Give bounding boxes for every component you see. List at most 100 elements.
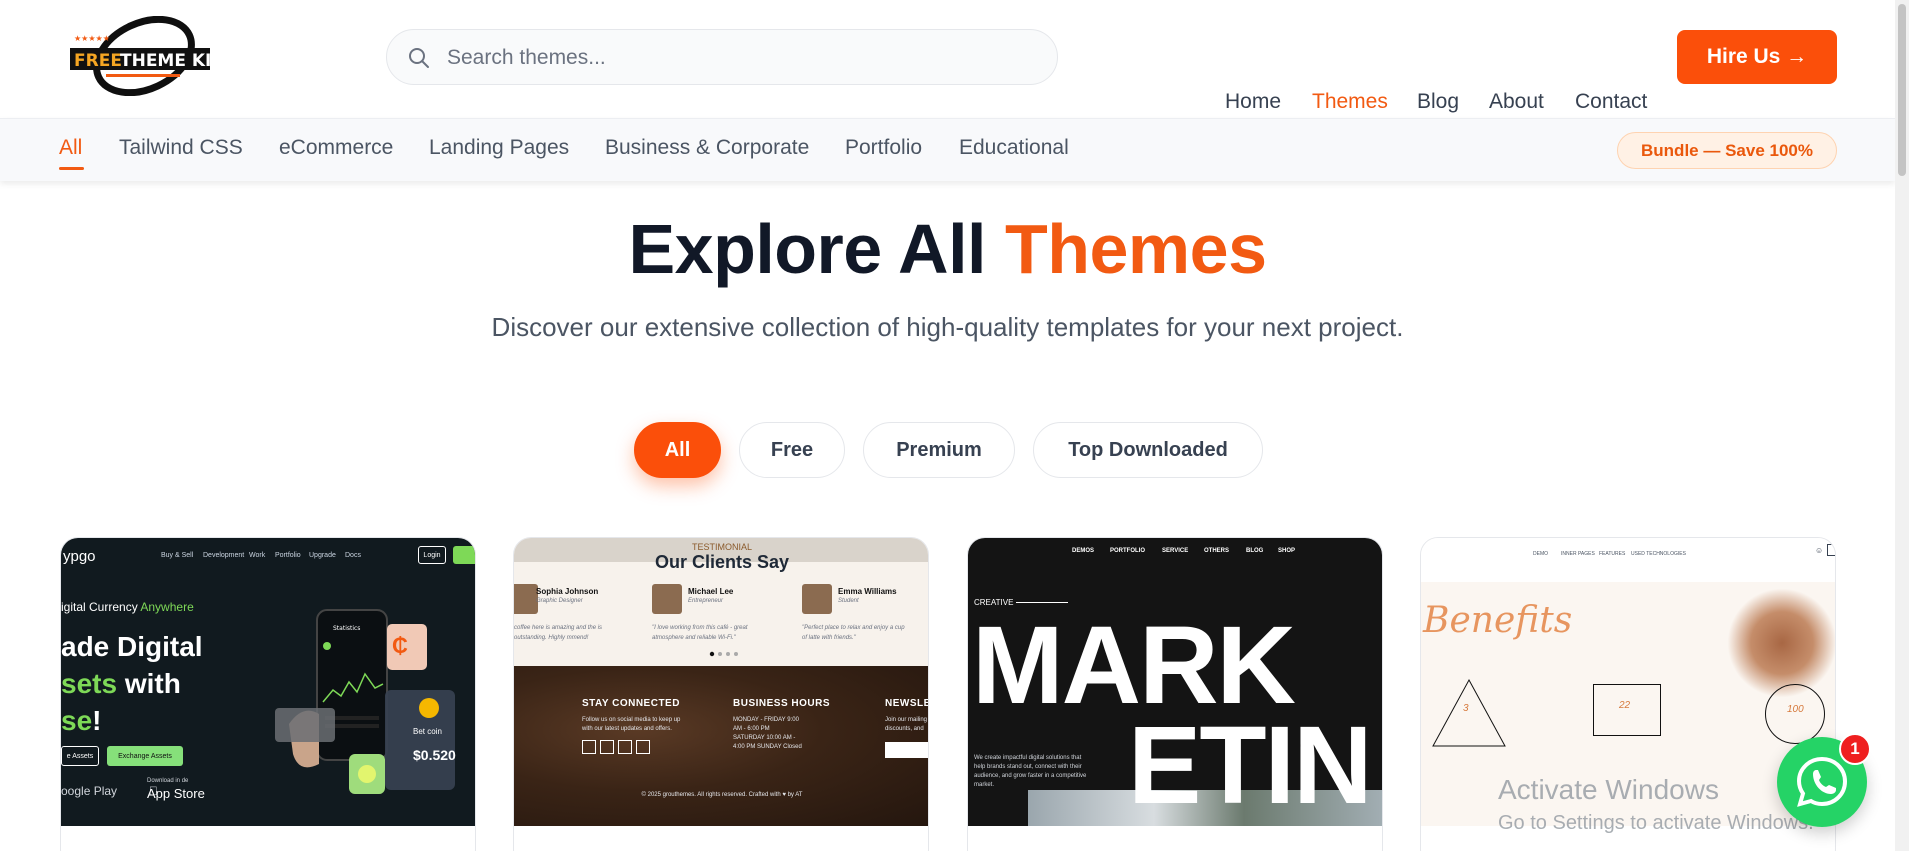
- thumb-heading: Our Clients Say: [654, 552, 790, 572]
- thumb-google-play: oogle Play: [61, 784, 118, 798]
- whatsapp-notification-badge: 1: [1839, 733, 1871, 765]
- social-icon: [618, 740, 632, 754]
- thumb-nav-item: Upgrade: [309, 552, 336, 559]
- thumb-nav-button: [1827, 544, 1835, 556]
- thumb-big-text: ETIN: [1128, 704, 1373, 826]
- nav-home[interactable]: Home: [1225, 90, 1281, 114]
- thumb-nav-item: DEMOS: [1072, 548, 1095, 554]
- theme-thumbnail: ypgo Buy & Sell Development Work Portfol…: [61, 538, 475, 826]
- thumb-stat-number: 100: [1787, 704, 1804, 715]
- thumb-headline: ade Digital sets with se!: [61, 631, 203, 736]
- filter-all[interactable]: All: [634, 422, 721, 478]
- category-all[interactable]: All: [59, 136, 82, 160]
- search-icon: [407, 46, 431, 70]
- thumb-person-name: Sophia Johnson: [536, 587, 599, 596]
- thumb-big-text: MARK: [972, 604, 1296, 727]
- thumb-stat-number: 3: [1463, 703, 1469, 714]
- svg-text:FREE: FREE: [74, 51, 122, 71]
- credit-card-icon: [275, 708, 335, 742]
- thumb-footer-text: Follow us on social media to keep up wit…: [582, 717, 681, 732]
- page: ★★★★★ FREE THEME KIT Home Themes Blog Ab…: [0, 0, 1909, 851]
- thumb-app-store: App Store: [147, 786, 205, 801]
- windows-activation-watermark-title: Activate Windows: [1498, 774, 1719, 805]
- thumb-footer-heading: NEWSLETT: [885, 698, 928, 709]
- theme-card-marketing[interactable]: DEMOS PORTFOLIO SERVICE OTHERS BLOG SHOP…: [967, 537, 1383, 851]
- thumb-nav-item: Portfolio: [275, 552, 301, 559]
- thumb-footer-text: Join our mailing discounts, and: [885, 717, 928, 732]
- thumb-signup: [453, 546, 475, 564]
- theme-card-coffee[interactable]: TESTIMONIAL Our Clients Say Sophia Johns…: [513, 537, 929, 851]
- thumb-nav-item: USED TECHNOLOGIES: [1631, 551, 1686, 557]
- coffee-powder-image: [1727, 588, 1835, 698]
- thumb-nav-item: Development: [203, 552, 245, 559]
- thumb-nav-item: SERVICE: [1162, 548, 1189, 554]
- search-bar[interactable]: [386, 29, 1058, 85]
- thumb-nav-item: PORTFOLIO: [1110, 548, 1145, 554]
- scrollbar-thumb[interactable]: [1898, 4, 1906, 176]
- thumb-nav-item: DEMO: [1533, 551, 1548, 557]
- thumb-description: We create impactful digital solutions th…: [974, 755, 1087, 788]
- thumb-login: Login: [418, 546, 446, 564]
- theme-thumbnail: TESTIMONIAL Our Clients Say Sophia Johns…: [514, 538, 928, 826]
- thumb-store-small: Download in de: [147, 778, 189, 784]
- category-ecommerce[interactable]: eCommerce: [279, 136, 393, 160]
- site-header: ★★★★★ FREE THEME KIT Home Themes Blog Ab…: [0, 0, 1895, 118]
- active-category-underline: [59, 167, 84, 170]
- thumb-stat-number: 22: [1619, 700, 1631, 711]
- category-tailwind-css[interactable]: Tailwind CSS: [119, 136, 243, 160]
- thumb-quote: coffee here is amazing and the is outsta…: [514, 625, 603, 641]
- thumb-footer-text: MONDAY - FRIDAY 9:00 AM - 6:00 PM SATURD…: [733, 717, 802, 750]
- thumb-nav-item: Docs: [345, 552, 361, 559]
- user-icon: ☺: [1815, 546, 1824, 555]
- thumb-coin-label: Bet coin: [413, 727, 442, 736]
- bundle-badge[interactable]: Bundle — Save 100%: [1617, 132, 1837, 169]
- windows-activation-watermark-text: Go to Settings to activate Windows.: [1498, 812, 1814, 834]
- social-icon: [582, 740, 596, 754]
- thumb-person-name: Emma Williams: [838, 587, 897, 596]
- thumb-nav-item: BLOG: [1246, 548, 1264, 554]
- thumb-brand: ypgo: [63, 548, 96, 565]
- thumb-person-name: Michael Lee: [688, 587, 734, 596]
- category-portfolio[interactable]: Portfolio: [845, 136, 922, 160]
- social-icons: [582, 740, 652, 754]
- page-title: Explore All Themes: [0, 209, 1895, 289]
- thumb-person-role: Entrepreneur: [688, 598, 724, 604]
- hire-us-button[interactable]: Hire Us →: [1677, 30, 1837, 84]
- thumb-eyebrow: igital Currency Anywhere: [61, 600, 194, 614]
- title-main: Explore All: [628, 210, 1005, 288]
- thumb-nav-item: OTHERS: [1204, 548, 1230, 554]
- bitcoin-icon: [419, 698, 439, 718]
- thumb-copyright: © 2025 grouthemes. All rights reserved. …: [641, 792, 803, 798]
- thumb-nav-item: Buy & Sell: [161, 552, 194, 559]
- title-accent: Themes: [1004, 210, 1267, 288]
- nav-about[interactable]: About: [1489, 90, 1544, 114]
- svg-text:THEME KIT: THEME KIT: [120, 51, 214, 71]
- coin-symbol-icon: ₵: [392, 633, 408, 658]
- search-input[interactable]: [447, 40, 1037, 76]
- thumb-nav-item: SHOP: [1278, 548, 1296, 554]
- thumb-nav-item: FEATURES: [1599, 551, 1626, 557]
- thumb-heading: Benefits: [1423, 600, 1573, 641]
- nav-blog[interactable]: Blog: [1417, 90, 1459, 114]
- thumb-topbar: [1421, 538, 1835, 582]
- filter-free[interactable]: Free: [739, 422, 845, 478]
- thumb-button: e Assets: [61, 746, 99, 766]
- avatar: [514, 584, 538, 614]
- filter-premium[interactable]: Premium: [863, 422, 1015, 478]
- thumb-quote: "Perfect place to relax and enjoy a cup …: [802, 625, 905, 641]
- thumb-quote: "I love working from this café - great a…: [652, 625, 748, 641]
- thumb-footer-heading: STAY CONNECTED: [582, 698, 680, 709]
- filter-top-downloaded[interactable]: Top Downloaded: [1033, 422, 1263, 478]
- thumb-nav-item: Work: [249, 552, 266, 559]
- carousel-dots: [709, 651, 738, 657]
- newsletter-input: [885, 742, 928, 758]
- category-educational[interactable]: Educational: [959, 136, 1069, 160]
- category-landing-pages[interactable]: Landing Pages: [429, 136, 569, 160]
- avatar: [802, 584, 832, 614]
- nav-contact[interactable]: Contact: [1575, 90, 1647, 114]
- category-business-corporate[interactable]: Business & Corporate: [605, 136, 809, 160]
- thumb-person-role: Student: [838, 598, 859, 604]
- site-logo[interactable]: ★★★★★ FREE THEME KIT: [66, 15, 223, 97]
- nav-themes[interactable]: Themes: [1312, 90, 1388, 114]
- theme-card-cryptgo[interactable]: ypgo Buy & Sell Development Work Portfol…: [60, 537, 476, 851]
